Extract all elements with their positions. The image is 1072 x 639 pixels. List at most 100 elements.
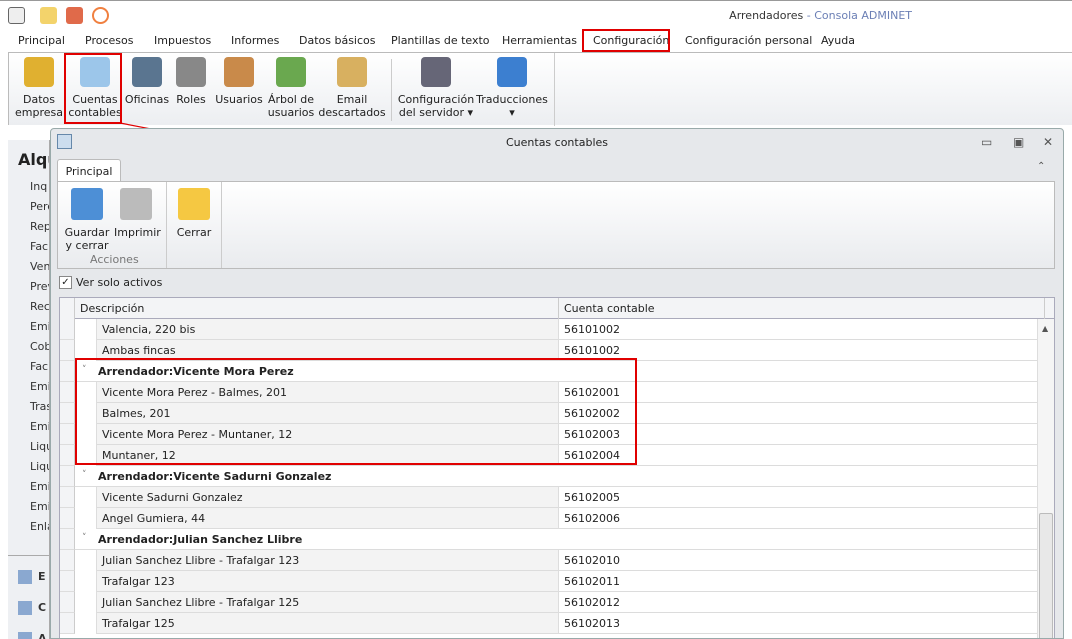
checkbox-checked-icon[interactable]: ✓ <box>59 276 72 289</box>
cuenta-cell[interactable]: 56102001 <box>559 382 1039 403</box>
tab-principal[interactable]: Principal <box>57 159 121 182</box>
cuenta-cell[interactable]: 56102012 <box>559 592 1039 613</box>
descripcion-cell[interactable]: Vicente Mora Perez - Muntaner, 12 <box>96 424 559 445</box>
app-icon[interactable] <box>8 7 25 24</box>
sidebar-item[interactable]: Prev <box>30 280 49 293</box>
row-indicator[interactable] <box>60 445 75 466</box>
cuenta-cell[interactable]: 56101002 <box>559 319 1039 340</box>
row-indicator[interactable] <box>60 361 75 382</box>
table-row[interactable]: Julian Sanchez Llibre - Trafalgar 125 561… <box>60 592 1039 613</box>
cuenta-cell[interactable]: 56102002 <box>559 403 1039 424</box>
scroll-up-icon[interactable]: ▲ <box>1042 324 1048 333</box>
menu-tab-8[interactable]: Configuración personal <box>685 34 812 47</box>
sidebar-item[interactable]: Perc <box>30 200 49 213</box>
menu-tab-7[interactable]: Configuración <box>593 34 669 47</box>
mail-icon[interactable] <box>40 7 57 24</box>
descripcion-cell[interactable]: Trafalgar 123 <box>96 571 559 592</box>
descripcion-cell[interactable]: Julian Sanchez Llibre - Trafalgar 125 <box>96 592 559 613</box>
sidebar-item[interactable]: Ven <box>30 260 49 273</box>
table-row[interactable]: Vicente Sadurni Gonzalez 56102005 <box>60 487 1039 508</box>
sidebar-item[interactable]: Rec <box>30 300 49 313</box>
row-indicator[interactable] <box>60 550 75 571</box>
sidebar-item[interactable]: Liqu <box>30 440 49 453</box>
sidebar-item[interactable]: Fac <box>30 360 48 373</box>
sidebar-nav-item[interactable]: C <box>38 601 46 614</box>
cuenta-cell[interactable]: 56102013 <box>559 613 1039 634</box>
menu-tab-2[interactable]: Impuestos <box>154 34 211 47</box>
sidebar-item[interactable]: Inq <box>30 180 47 193</box>
row-indicator[interactable] <box>60 529 75 550</box>
ribbon-button-8[interactable]: Traducciones ▾ <box>475 57 549 119</box>
tasks-icon[interactable] <box>66 7 83 24</box>
cuenta-cell[interactable]: 56102010 <box>559 550 1039 571</box>
table-row[interactable]: Valencia, 220 bis 56101002 <box>60 319 1039 340</box>
sidebar-item[interactable]: Enla <box>30 520 49 533</box>
row-indicator[interactable] <box>60 487 75 508</box>
vertical-scrollbar[interactable]: ▲ <box>1037 319 1054 638</box>
maximize-button[interactable]: ▣ <box>1013 135 1024 149</box>
table-row[interactable]: Ambas fincas 56101002 <box>60 340 1039 361</box>
descripcion-cell[interactable]: Balmes, 201 <box>96 403 559 424</box>
menu-tab-6[interactable]: Herramientas <box>502 34 577 47</box>
sidebar-item[interactable]: Liqu <box>30 460 49 473</box>
table-row[interactable]: Trafalgar 125 56102013 <box>60 613 1039 634</box>
row-indicator[interactable] <box>60 592 75 613</box>
row-indicator[interactable] <box>60 340 75 361</box>
print-button[interactable]: Imprimir <box>114 188 161 239</box>
descripcion-cell[interactable]: Muntaner, 12 <box>96 445 559 466</box>
row-indicator[interactable] <box>60 403 75 424</box>
close-button[interactable]: ✕ <box>1043 135 1053 149</box>
dialog-title-bar[interactable]: Cuentas contables ▭ ▣ ✕ ⌃ <box>51 129 1063 172</box>
group-row[interactable]: ˅ Arrendador:Vicente Mora Perez <box>60 361 1039 382</box>
ribbon-button-2[interactable]: Oficinas <box>123 57 171 106</box>
table-row[interactable]: Vicente Mora Perez - Muntaner, 12 5610200… <box>60 424 1039 445</box>
ribbon-button-0[interactable]: Datos empresa <box>11 57 67 119</box>
cuenta-cell[interactable]: 56102011 <box>559 571 1039 592</box>
table-row[interactable]: Trafalgar 123 56102011 <box>60 571 1039 592</box>
ribbon-button-6[interactable]: Email descartados <box>318 57 386 119</box>
row-indicator[interactable] <box>60 466 75 487</box>
table-row[interactable]: Angel Gumiera, 44 56102006 <box>60 508 1039 529</box>
table-row[interactable]: Balmes, 201 56102002 <box>60 403 1039 424</box>
collapse-ribbon-icon[interactable]: ⌃ <box>1037 161 1045 172</box>
descripcion-cell[interactable]: Vicente Mora Perez - Balmes, 201 <box>96 382 559 403</box>
ribbon-button-3[interactable]: Roles <box>173 57 209 106</box>
column-header-cuenta[interactable]: Cuenta contable <box>559 298 1045 319</box>
menu-tab-9[interactable]: Ayuda <box>821 34 855 47</box>
menu-tab-0[interactable]: Principal <box>18 34 65 47</box>
cuenta-cell[interactable]: 56102003 <box>559 424 1039 445</box>
row-indicator[interactable] <box>60 571 75 592</box>
row-indicator[interactable] <box>60 508 75 529</box>
cuenta-cell[interactable]: 56101002 <box>559 340 1039 361</box>
ribbon-button-1[interactable]: Cuentas contables <box>67 57 123 119</box>
sidebar-item[interactable]: Emis <box>30 480 49 493</box>
descripcion-cell[interactable]: Valencia, 220 bis <box>96 319 559 340</box>
cuenta-cell[interactable]: 56102004 <box>559 445 1039 466</box>
table-row[interactable]: Julian Sanchez Llibre - Trafalgar 123 561… <box>60 550 1039 571</box>
descripcion-cell[interactable]: Angel Gumiera, 44 <box>96 508 559 529</box>
sidebar-item[interactable]: Rep <box>30 220 49 233</box>
group-row[interactable]: ˅ Arrendador:Julian Sanchez Llibre <box>60 529 1039 550</box>
sidebar-item[interactable]: Fac <box>30 240 48 253</box>
menu-tab-5[interactable]: Plantillas de texto <box>391 34 490 47</box>
table-row[interactable]: Muntaner, 12 56102004 <box>60 445 1039 466</box>
sidebar-nav-item[interactable]: E <box>38 570 46 583</box>
row-indicator[interactable] <box>60 613 75 634</box>
sidebar-nav-item[interactable]: A <box>38 632 47 639</box>
row-indicator[interactable] <box>60 382 75 403</box>
close-dialog-button[interactable]: Cerrar <box>172 188 216 239</box>
sidebar-item[interactable]: Tras <box>30 400 49 413</box>
ver-solo-activos-checkbox[interactable]: ✓ Ver solo activos <box>59 276 162 289</box>
column-header-descripcion[interactable]: Descripción <box>75 298 559 319</box>
row-indicator[interactable] <box>60 424 75 445</box>
menu-tab-4[interactable]: Datos básicos <box>299 34 376 47</box>
sidebar-item[interactable]: Emis <box>30 500 49 513</box>
menu-tab-1[interactable]: Procesos <box>85 34 133 47</box>
descripcion-cell[interactable]: Julian Sanchez Llibre - Trafalgar 123 <box>96 550 559 571</box>
sidebar-item[interactable]: Cob <box>30 340 49 353</box>
sidebar-item[interactable]: Emis <box>30 420 49 433</box>
ribbon-button-5[interactable]: Árbol de usuarios <box>266 57 316 119</box>
sidebar-item[interactable]: Emis <box>30 320 49 333</box>
minimize-button[interactable]: ▭ <box>981 135 992 149</box>
cuenta-cell[interactable]: 56102006 <box>559 508 1039 529</box>
